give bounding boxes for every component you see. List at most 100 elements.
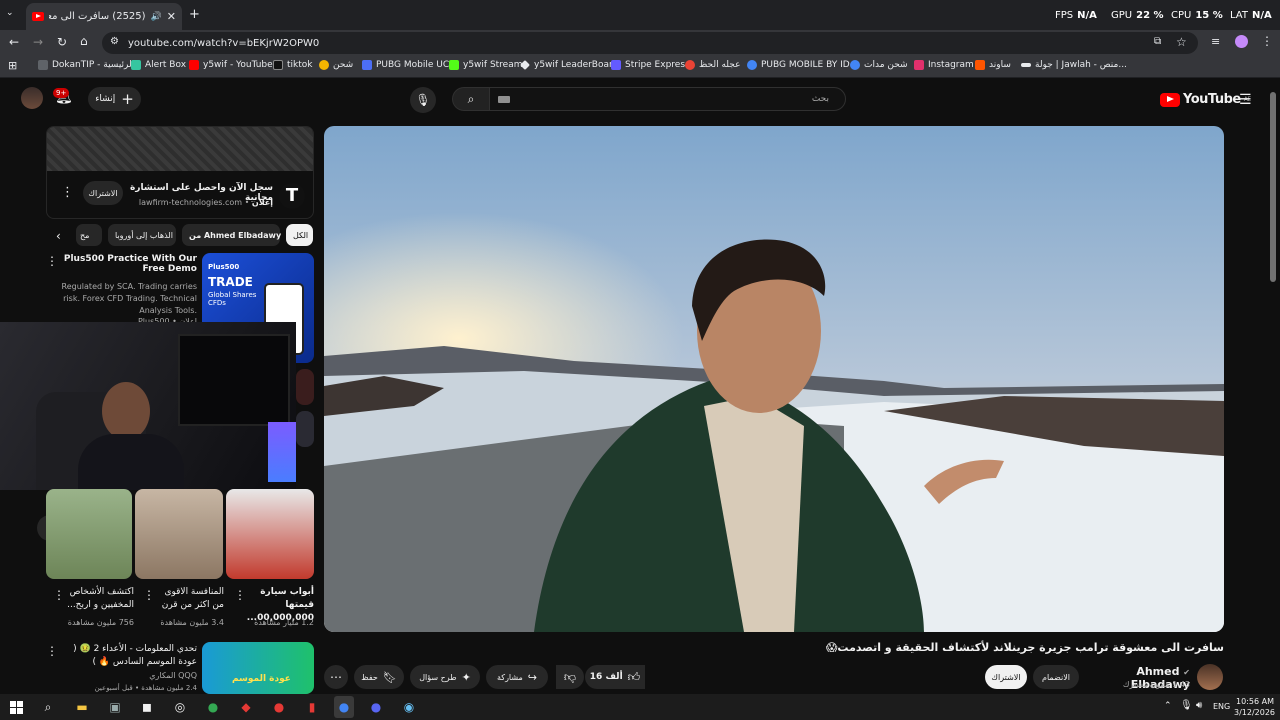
dislike-button[interactable]: 👎︎ bbox=[556, 665, 584, 689]
next-video-title[interactable]: تحدي المعلومات - الأعداء 2 🤢 ( عودة المو… bbox=[60, 643, 197, 669]
app-red-icon[interactable]: ◆ bbox=[237, 698, 255, 716]
plus500-title[interactable]: Plus500 Practice With Our Free Demo bbox=[60, 254, 197, 274]
next-video-thumbnail[interactable]: عودة الموسم bbox=[202, 642, 314, 694]
media-controls-icon[interactable]: ≡ bbox=[1211, 36, 1220, 47]
join-button[interactable]: الانضمام bbox=[1033, 665, 1079, 689]
forward-icon[interactable]: → bbox=[33, 36, 43, 48]
bookmark-item[interactable]: ساوند bbox=[975, 60, 1011, 70]
taskbar-search-icon[interactable]: ⌕ bbox=[39, 698, 57, 716]
clock[interactable]: 10:56 AM 3/12/2026 bbox=[1234, 696, 1275, 718]
app-icon[interactable]: ◼ bbox=[138, 698, 156, 716]
profile-avatar[interactable] bbox=[1235, 35, 1248, 48]
youtube-logo[interactable]: YouTube AE bbox=[1160, 92, 1251, 107]
like-count: 16 ألف bbox=[589, 672, 623, 682]
chips-scroll-left-icon[interactable]: ‹ bbox=[56, 229, 61, 243]
ask-button[interactable]: طرح سؤال ✦ bbox=[410, 665, 480, 689]
youtube-favicon-icon bbox=[32, 12, 44, 21]
bookmark-item[interactable]: tiktok bbox=[273, 60, 313, 70]
terminal-icon[interactable]: ▣ bbox=[106, 698, 124, 716]
bookmark-item[interactable]: PUBG MOBILE BY ID... bbox=[747, 60, 858, 70]
short-title-2[interactable]: المنافسة الاقوى من اكثر من قرن bbox=[152, 586, 224, 612]
browser-menu-icon[interactable]: ⋮ bbox=[1261, 35, 1273, 47]
search-button[interactable]: ⌕ bbox=[452, 87, 489, 111]
guide-menu-icon[interactable]: ☰ bbox=[1239, 92, 1252, 108]
bookmark-item[interactable]: PUBG Mobile UC bbox=[362, 60, 449, 70]
reload-icon[interactable]: ↻ bbox=[57, 36, 67, 48]
tray-overflow-icon[interactable]: ⌃ bbox=[1164, 701, 1172, 711]
sponsored-ad-card[interactable]: T سجل الآن واحصل على استشارة مجانية إعلا… bbox=[46, 126, 314, 219]
steam-icon[interactable]: ◉ bbox=[400, 698, 418, 716]
search-input[interactable]: بحث bbox=[489, 87, 846, 111]
bookmark-item[interactable]: y5wif Stream bbox=[449, 60, 523, 70]
back-icon[interactable]: ← bbox=[9, 36, 19, 48]
more-actions-button[interactable]: ⋯ bbox=[324, 665, 348, 689]
ad-cta-label: الاشتراك bbox=[88, 188, 118, 198]
bookmark-item[interactable]: Instagram bbox=[914, 60, 974, 70]
chrome-icon[interactable]: ● bbox=[204, 698, 222, 716]
install-app-icon[interactable]: ⧉ bbox=[1154, 37, 1161, 47]
short-more-icon[interactable]: ⋮ bbox=[234, 588, 246, 602]
short-thumbnail-3[interactable] bbox=[46, 489, 132, 579]
bookmark-item[interactable]: شحن bbox=[319, 60, 353, 70]
home-icon[interactable]: ⌂ bbox=[80, 35, 88, 47]
ad-more-icon[interactable]: ⋮ bbox=[61, 185, 74, 200]
chip-europe[interactable]: الذهاب إلى أوروبا bbox=[108, 224, 176, 246]
input-language[interactable]: ENG bbox=[1213, 702, 1230, 711]
tab-audio-icon[interactable]: 🔊 bbox=[151, 12, 162, 22]
video-thumbnail[interactable] bbox=[296, 411, 314, 447]
chip-more[interactable]: مح bbox=[76, 224, 102, 246]
app-red-icon[interactable]: ● bbox=[270, 698, 288, 716]
bookmark-item[interactable]: y5wif LeaderBoard bbox=[520, 60, 618, 70]
keyboard-icon[interactable] bbox=[498, 96, 510, 103]
volume-icon[interactable]: 🔊︎ bbox=[1196, 700, 1202, 711]
save-button[interactable]: حفظ 🔖︎ bbox=[354, 665, 404, 689]
sparkle-icon: ✦ bbox=[461, 670, 471, 684]
next-video-more-icon[interactable]: ⋮ bbox=[46, 644, 58, 658]
bookmark-item[interactable]: عجله الحظ bbox=[685, 60, 740, 70]
ad-cta-button[interactable]: الاشتراك bbox=[83, 181, 123, 205]
bookmark-favicon-icon bbox=[611, 60, 621, 70]
short-more-icon[interactable]: ⋮ bbox=[143, 588, 155, 602]
bookmark-item[interactable]: Alert Box bbox=[131, 60, 186, 70]
subscribe-button[interactable]: الاشتراك bbox=[985, 665, 1027, 689]
tab-close-icon[interactable]: ✕ bbox=[167, 10, 176, 23]
app-red-icon[interactable]: ▮ bbox=[303, 698, 321, 716]
bookmark-item[interactable]: y5wif - YouTube bbox=[189, 60, 273, 70]
youtube-logo-text: YouTube bbox=[1183, 92, 1241, 107]
page-scrollbar[interactable] bbox=[1270, 92, 1276, 282]
windows-start-icon[interactable] bbox=[7, 698, 25, 716]
bookmark-label: شحن مدات bbox=[864, 60, 908, 70]
chip-from-channel[interactable]: من Ahmed Elbadawy bbox=[182, 224, 281, 246]
apps-grid-icon[interactable]: ⊞ bbox=[8, 60, 17, 71]
perf-gpu-label: GPU bbox=[1111, 10, 1133, 21]
short-thumbnail-2[interactable] bbox=[135, 489, 223, 579]
file-explorer-icon[interactable]: ▬ bbox=[73, 698, 91, 716]
voice-search-button[interactable]: 🎙︎ bbox=[410, 87, 436, 113]
plus500-more-icon[interactable]: ⋮ bbox=[46, 254, 58, 268]
like-button[interactable]: 16 ألف 👍︎ bbox=[585, 665, 645, 689]
video-player[interactable] bbox=[324, 126, 1224, 632]
tab-list-chevron-icon[interactable]: ⌄ bbox=[6, 9, 14, 18]
bookmark-item[interactable]: جولة | Jawlah - منص... bbox=[1021, 60, 1127, 70]
bookmark-item[interactable]: DokanTIP - الرئيسية bbox=[38, 60, 134, 70]
user-avatar[interactable] bbox=[21, 87, 43, 109]
discord-icon[interactable]: ● bbox=[367, 698, 385, 716]
channel-avatar[interactable] bbox=[1197, 664, 1223, 690]
video-thumbnail[interactable] bbox=[296, 369, 314, 405]
bookmark-item[interactable]: شحن مدات bbox=[850, 60, 908, 70]
browser-tab[interactable]: (2525) سافرت الى معشوقة 🔊 ✕ bbox=[26, 3, 182, 30]
github-icon[interactable]: ◎ bbox=[171, 698, 189, 716]
address-bar[interactable]: ⚙ youtube.com/watch?v=bEKjrW2OPW0 ⧉ ☆ bbox=[102, 32, 1198, 54]
chip-all[interactable]: الكل bbox=[286, 224, 313, 246]
bookmark-star-icon[interactable]: ☆ bbox=[1176, 36, 1187, 48]
site-info-icon[interactable]: ⚙ bbox=[110, 37, 119, 47]
short-more-icon[interactable]: ⋮ bbox=[53, 588, 65, 602]
new-tab-icon[interactable]: + bbox=[189, 8, 200, 21]
short-title-3[interactable]: اكتشف الأشخاص المخفيين و اربح... bbox=[62, 586, 134, 612]
share-button[interactable]: مشاركة ↪ bbox=[486, 665, 548, 689]
short-thumbnail-1[interactable] bbox=[226, 489, 314, 579]
chrome-active-icon[interactable]: ● bbox=[334, 696, 354, 718]
create-button[interactable]: إنشاء + bbox=[88, 87, 141, 111]
bookmark-item[interactable]: Stripe Express bbox=[611, 60, 690, 70]
microphone-tray-icon[interactable]: 🎙︎ bbox=[1180, 700, 1193, 711]
